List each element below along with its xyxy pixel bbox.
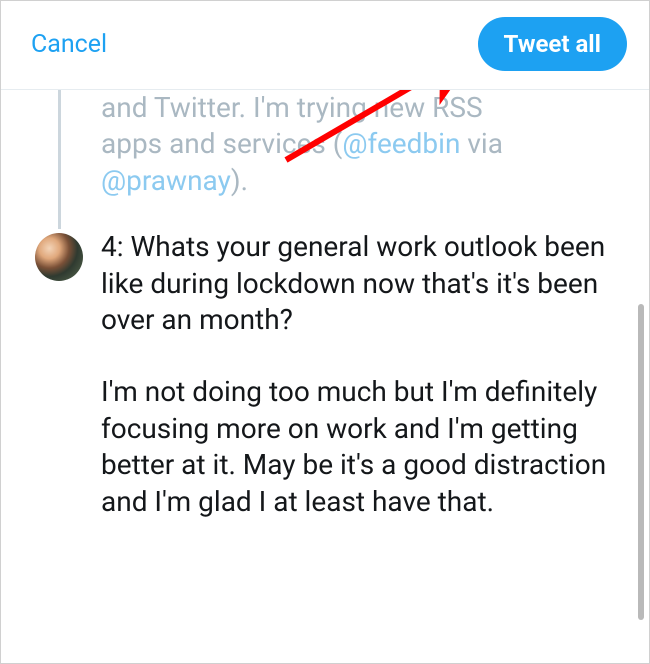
compose-header: Cancel Tweet all [1,1,649,90]
previous-tweet: and Twitter. I'm trying new RSS apps and… [1,90,649,229]
thread-connector-line [58,90,61,229]
prev-tweet-text-prefix: apps and services ( [101,127,342,160]
tweet-all-button[interactable]: Tweet all [478,17,627,71]
prev-tweet-via: via [460,127,503,160]
compose-content: and Twitter. I'm trying new RSS apps and… [1,90,649,662]
tweet-paragraph-2: I'm not doing too much but I'm definitel… [101,374,621,520]
prev-tweet-line1: and Twitter. I'm trying new RSS [101,90,614,126]
mention-feedbin[interactable]: @feedbin [342,127,460,160]
cancel-button[interactable]: Cancel [31,30,107,59]
current-tweet: 4: Whats your general work outlook been … [1,229,649,540]
tweet-paragraph-1: 4: Whats your general work outlook been … [101,229,621,338]
mention-prawnay[interactable]: @prawnay [101,164,231,197]
scrollbar-thumb[interactable] [638,304,644,620]
tweet-compose-text[interactable]: 4: Whats your general work outlook been … [101,229,621,520]
avatar [35,233,83,281]
prev-tweet-line2: apps and services (@feedbin via @prawnay… [101,126,614,199]
prev-tweet-suffix: ). [231,164,248,197]
